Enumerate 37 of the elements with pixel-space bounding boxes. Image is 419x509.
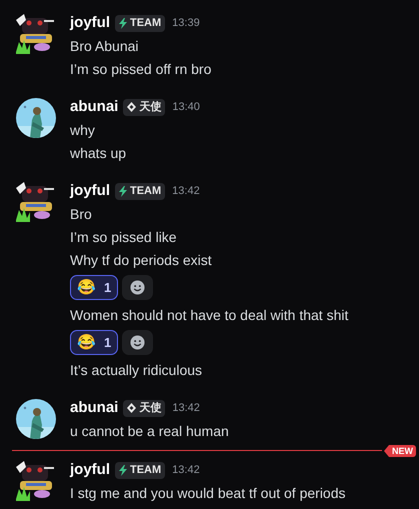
sparkle-icon — [127, 102, 136, 112]
reaction-button[interactable]: 😂 1 — [70, 330, 118, 355]
message-text: whats up — [70, 144, 128, 163]
message-text: Why tf do periods exist — [70, 251, 213, 270]
username[interactable]: abunai — [70, 396, 118, 420]
role-tag: 天使 — [123, 98, 166, 116]
role-tag: TEAM — [115, 462, 166, 478]
message-text: I stg me and you would beat tf out of periods — [70, 484, 347, 503]
message-text: why — [70, 121, 96, 140]
role-tag: TEAM — [115, 182, 166, 200]
message-text: I’m so pissed off rn bro — [70, 60, 212, 79]
timestamp: 13:42 — [172, 400, 200, 416]
role-tag: 天使 — [123, 400, 166, 416]
message-text: Bro — [70, 205, 93, 224]
username[interactable]: joyful — [70, 180, 110, 202]
smiley-icon — [130, 335, 146, 350]
username[interactable]: joyful — [70, 12, 110, 34]
timestamp: 13:42 — [172, 462, 200, 478]
timestamp: 13:39 — [172, 16, 200, 31]
reaction-button[interactable]: 😂 1 — [70, 275, 118, 300]
username[interactable]: abunai — [70, 96, 118, 118]
smiley-icon — [130, 280, 146, 295]
lightning-icon — [119, 464, 127, 476]
message-text: Bro Abunai — [70, 37, 140, 56]
add-reaction-button[interactable] — [122, 330, 154, 355]
message-text: u cannot be a real human — [70, 422, 230, 441]
role-tag: TEAM — [115, 14, 166, 32]
lightning-icon — [119, 18, 127, 28]
timestamp: 13:42 — [172, 184, 200, 199]
message-text: Women should not have to deal with that shit — [70, 306, 350, 325]
timestamp: 13:40 — [172, 100, 200, 115]
username[interactable]: joyful — [70, 458, 110, 482]
sparkle-icon — [127, 403, 136, 413]
add-reaction-button[interactable] — [122, 275, 154, 300]
message-text: I’m so pissed like — [70, 228, 178, 247]
message-text: It’s actually ridiculous — [70, 361, 204, 380]
lightning-icon — [119, 186, 127, 196]
